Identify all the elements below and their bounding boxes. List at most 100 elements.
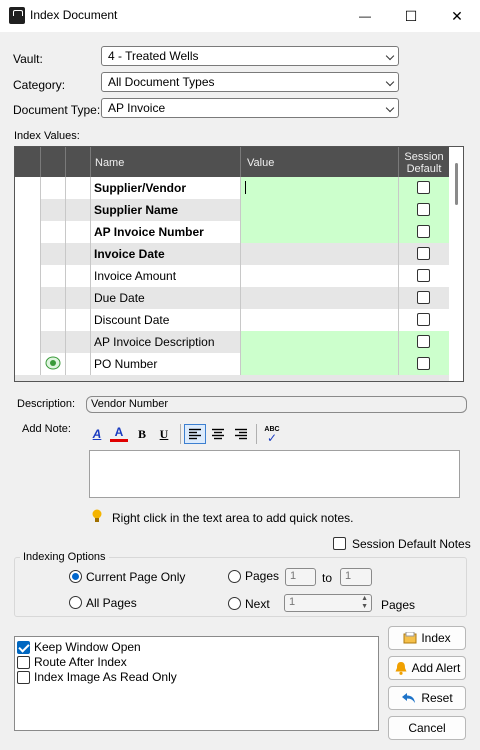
reset-button[interactable]: Reset [388,686,466,710]
field-value-cell[interactable] [241,265,399,287]
option-checkbox[interactable] [17,656,30,669]
bold-icon[interactable]: B [134,424,150,444]
session-default-checkbox[interactable] [417,225,430,238]
session-default-notes-checkbox[interactable] [333,537,346,550]
all-pages-radio[interactable] [69,596,82,609]
column-header-value[interactable]: Value [241,147,399,177]
list-item[interactable]: Index Image As Read Only [17,670,367,685]
next-label[interactable]: Next [245,597,270,611]
row-indicator-cell[interactable] [15,177,41,199]
title-bar[interactable]: Index Document — ☐ ✕ [0,0,480,32]
field-value-cell[interactable] [241,177,399,199]
option-label[interactable]: Keep Window Open [34,640,141,654]
row-flag-cell[interactable] [66,199,91,221]
spellcheck-icon[interactable]: ABC ✓ [261,424,283,444]
current-page-label[interactable]: Current Page Only [86,570,185,584]
column-header-session-default[interactable]: Session Default [399,147,449,177]
font-icon[interactable]: A [88,424,106,444]
options-listbox[interactable]: Keep Window Open Route After Index Index I… [14,636,379,731]
row-flag-cell[interactable] [66,243,91,265]
row-icon-cell[interactable] [41,177,66,199]
cancel-button[interactable]: Cancel [388,716,466,740]
table-row[interactable]: Invoice Amount [15,265,449,287]
stepper-arrows-icon[interactable]: ▲ ▼ [361,595,368,611]
row-indicator-cell[interactable] [15,265,41,287]
option-checkbox[interactable] [17,641,30,654]
row-indicator-cell[interactable] [15,287,41,309]
table-row[interactable] [15,375,449,381]
all-pages-label[interactable]: All Pages [86,596,137,610]
table-row[interactable]: Discount Date [15,309,449,331]
session-default-checkbox[interactable] [417,357,430,370]
index-values-grid[interactable]: Name Value Session Default Supplier/Vend… [14,146,464,382]
row-icon-cell[interactable] [41,221,66,243]
row-flag-cell[interactable] [66,177,91,199]
add-circle-icon[interactable] [45,356,61,373]
session-default-checkbox[interactable] [417,181,430,194]
session-default-checkbox[interactable] [417,203,430,216]
option-label[interactable]: Route After Index [34,655,127,669]
add-alert-button[interactable]: Add Alert [388,656,466,680]
option-label[interactable]: Index Image As Read Only [34,670,177,684]
index-button[interactable]: Index [388,626,466,650]
font-color-icon[interactable]: A [110,424,128,442]
row-indicator-cell[interactable] [15,331,41,353]
align-right-icon[interactable] [231,424,251,444]
maximize-button[interactable]: ☐ [388,0,434,32]
session-default-checkbox[interactable] [417,313,430,326]
list-item[interactable]: Route After Index [17,655,367,670]
minimize-button[interactable]: — [342,0,388,32]
table-row[interactable]: Due Date [15,287,449,309]
session-default-notes-label[interactable]: Session Default Notes [352,537,471,551]
row-flag-cell[interactable] [66,331,91,353]
note-textarea[interactable] [89,450,460,498]
pages-radio[interactable] [228,570,241,583]
row-icon-cell[interactable] [41,353,66,375]
row-indicator-cell[interactable] [15,199,41,221]
next-radio[interactable] [228,597,241,610]
next-pages-stepper[interactable]: 1 ▲ ▼ [284,594,372,612]
row-indicator-cell[interactable] [15,309,41,331]
field-value-cell[interactable] [241,309,399,331]
row-flag-cell[interactable] [66,353,91,375]
row-icon-cell[interactable] [41,287,66,309]
row-icon-cell[interactable] [41,331,66,353]
pages-label[interactable]: Pages [245,569,279,583]
table-row[interactable]: Supplier Name [15,199,449,221]
close-button[interactable]: ✕ [434,0,480,32]
row-icon-cell[interactable] [41,243,66,265]
row-flag-cell[interactable] [66,309,91,331]
row-flag-cell[interactable] [66,287,91,309]
page-to-input[interactable]: 1 [340,568,372,586]
session-default-checkbox[interactable] [417,291,430,304]
document-type-select[interactable]: AP Invoice [101,98,399,118]
grid-scrollbar[interactable] [449,147,463,381]
scrollbar-thumb[interactable] [455,163,458,205]
row-flag-cell[interactable] [66,221,91,243]
current-page-radio[interactable] [69,570,82,583]
field-value-cell[interactable] [241,331,399,353]
row-indicator-cell[interactable] [15,221,41,243]
table-row[interactable]: PO Number [15,353,449,375]
vault-select[interactable]: 4 - Treated Wells [101,46,399,66]
align-left-icon[interactable] [184,424,206,444]
table-row[interactable]: Invoice Date [15,243,449,265]
field-value-cell[interactable] [241,243,399,265]
row-icon-cell[interactable] [41,309,66,331]
page-from-input[interactable]: 1 [285,568,316,586]
session-default-checkbox[interactable] [417,247,430,260]
session-default-checkbox[interactable] [417,335,430,348]
row-indicator-cell[interactable] [15,243,41,265]
row-indicator-cell[interactable] [15,353,41,375]
category-select[interactable]: All Document Types [101,72,399,92]
row-icon-cell[interactable] [41,265,66,287]
field-value-cell[interactable] [241,353,399,375]
list-item[interactable]: Keep Window Open [17,640,367,655]
field-value-cell[interactable] [241,287,399,309]
field-value-cell[interactable] [241,199,399,221]
table-row[interactable]: AP Invoice Description [15,331,449,353]
table-row[interactable]: AP Invoice Number [15,221,449,243]
row-icon-cell[interactable] [41,199,66,221]
table-row[interactable]: Supplier/Vendor [15,177,449,199]
underline-icon[interactable]: U [156,424,172,444]
